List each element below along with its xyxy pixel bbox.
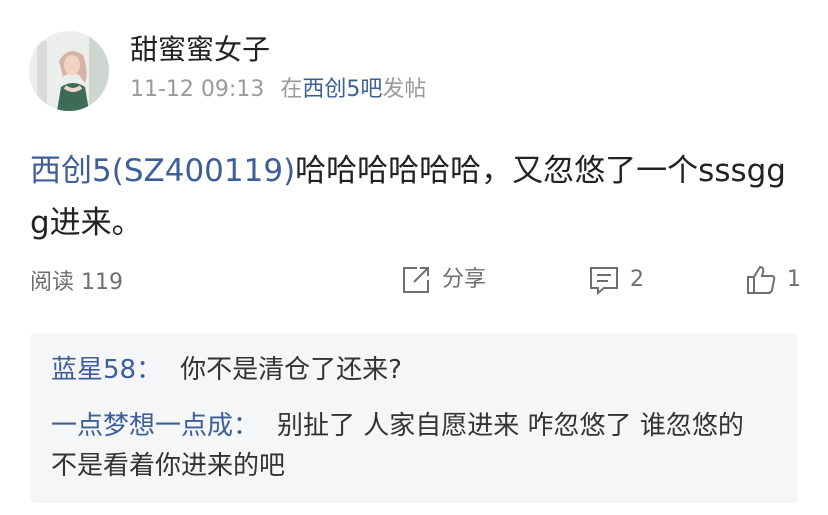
action-bar: 阅读 119 分享 2 1 (0, 260, 828, 302)
read-count: 阅读 119 (30, 268, 123, 298)
read-number: 119 (81, 270, 124, 295)
like-button[interactable]: 1 (745, 264, 801, 296)
share-icon (403, 267, 429, 293)
reply-author[interactable]: 蓝星58 (51, 355, 136, 385)
stock-tag-link[interactable]: 西创5(SZ400119) (30, 153, 295, 189)
share-button[interactable]: 分享 (400, 264, 486, 296)
avatar-photo (29, 31, 109, 111)
comment-icon (590, 267, 618, 296)
reply-text: 你不是清仓了还来? (180, 355, 402, 385)
reply-colon: ： (136, 355, 163, 385)
reply-list: 蓝星58： 你不是清仓了还来? 一点梦想一点成： 别扯了 人家自愿进来 咋忽悠了 谁… (30, 333, 798, 503)
share-label: 分享 (442, 267, 487, 292)
post-content: 西创5(SZ400119)哈哈哈哈哈哈，又忽悠了一个sssggg进来。 (30, 145, 800, 249)
author-name[interactable]: 甜蜜蜜女子 (130, 30, 270, 70)
board-prefix: 在 (280, 77, 303, 102)
comment-count: 2 (630, 267, 644, 292)
like-count: 1 (787, 267, 801, 292)
reply-author[interactable]: 一点梦想一点成 (51, 411, 233, 441)
thumbs-up-icon (747, 265, 776, 294)
board-link[interactable]: 西创5吧 (302, 77, 382, 102)
post-meta: 11-12 09:13 在西创5吧发帖 (130, 75, 426, 105)
reply-item[interactable]: 蓝星58： 你不是清仓了还来? (51, 350, 771, 390)
post-time: 11-12 09:13 (130, 77, 265, 102)
reply-item[interactable]: 一点梦想一点成： 别扯了 人家自愿进来 咋忽悠了 谁忽悠的 不是看着你进来的吧 (51, 406, 771, 486)
comment-button[interactable]: 2 (588, 264, 644, 296)
board-suffix: 发帖 (382, 77, 427, 102)
read-label: 阅读 (30, 270, 75, 295)
author-avatar[interactable] (29, 31, 109, 111)
reply-colon: ： (233, 411, 260, 441)
